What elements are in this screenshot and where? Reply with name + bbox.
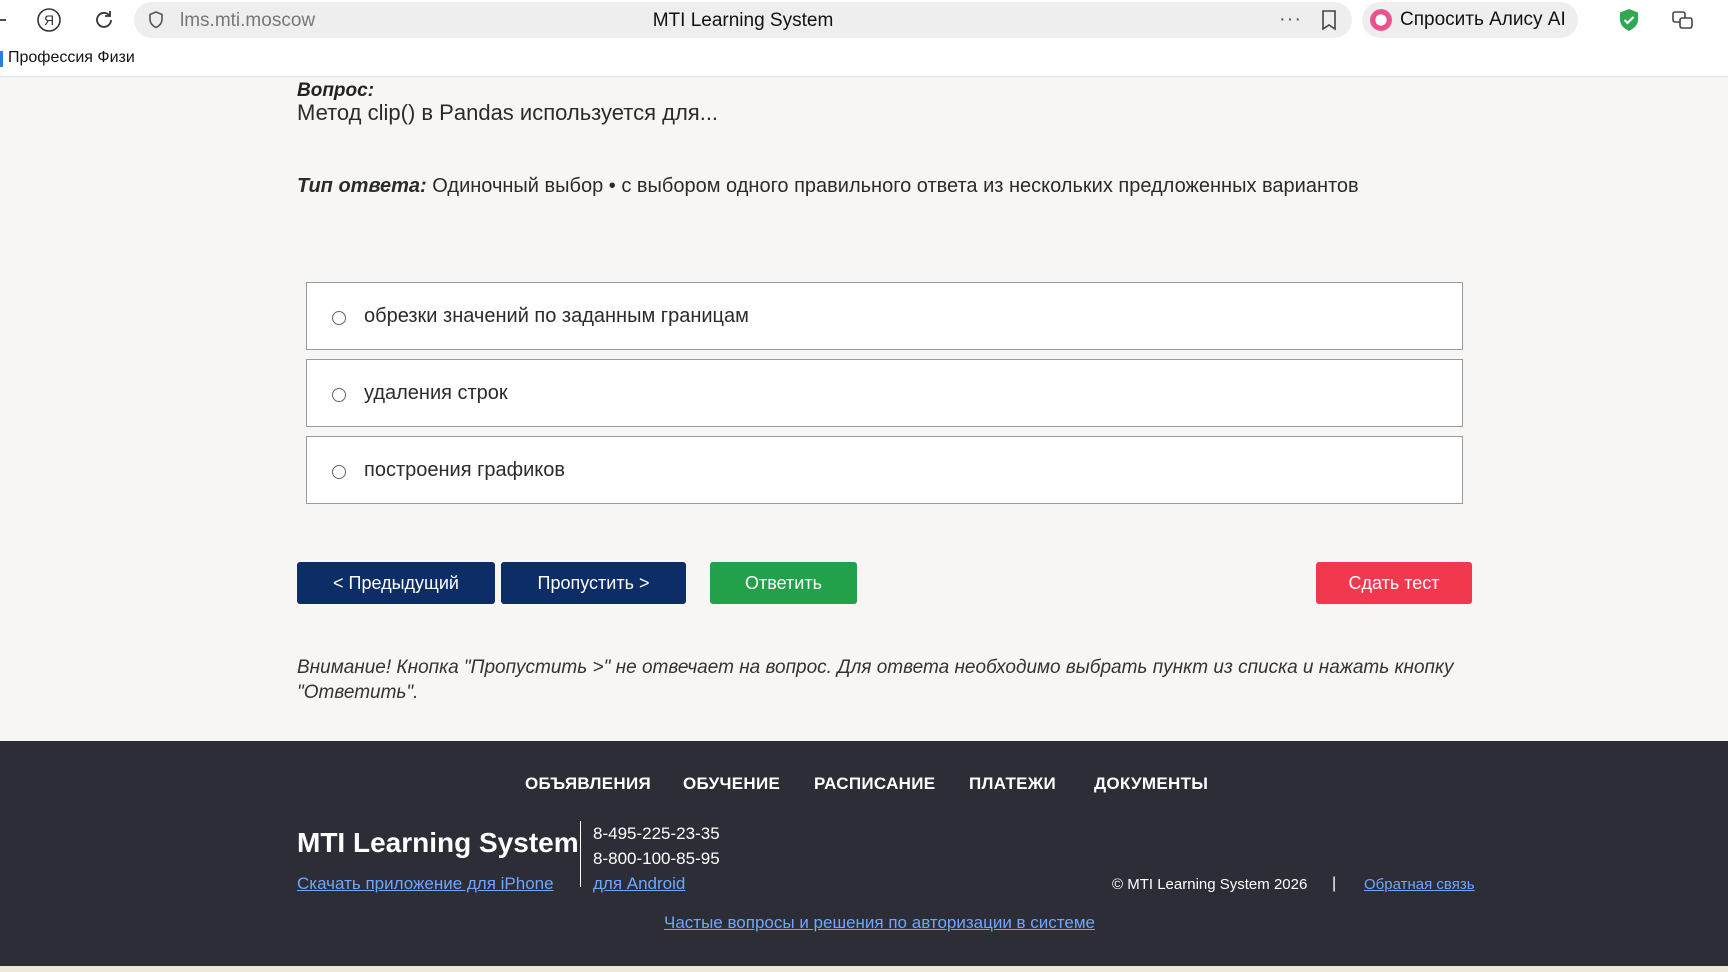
android-app-link[interactable]: для Android [593, 874, 685, 894]
footer-separator: | [1332, 875, 1337, 892]
question-label: Вопрос: [297, 80, 375, 101]
bookmarks-bar: Профессия Физи [0, 40, 1728, 77]
footer-nav-documents[interactable]: ДОКУМЕНТЫ [1094, 774, 1208, 794]
answer-type-text: Одиночный выбор • с выбором одного прави… [432, 175, 1359, 197]
svg-text:Я: Я [44, 12, 54, 28]
skip-warning-text: Внимание! Кнопка "Пропустить >" не отвеч… [297, 657, 1454, 703]
footer-phone-2: 8-800-100-85-95 [593, 849, 720, 868]
bookmark-item[interactable]: Профессия Физи [0, 49, 140, 67]
footer: ОБЪЯВЛЕНИЯ ОБУЧЕНИЕ РАСПИСАНИЕ ПЛАТЕЖИ Д… [0, 741, 1728, 966]
option-text: обрезки значений по заданным границам [364, 305, 749, 327]
faq-auth-link[interactable]: Частые вопросы и решения по авторизации … [664, 913, 1095, 933]
answer-type: Тип ответа: Одиночный выбор • с выбором … [297, 175, 1359, 198]
address-bar[interactable]: lms.mti.moscow MTI Learning System ··· [134, 2, 1352, 38]
iphone-app-link[interactable]: Скачать приложение для iPhone [297, 874, 554, 894]
reload-icon[interactable] [90, 6, 118, 34]
browser-toolbar: Я lms.mti.moscow MTI Learning System ···… [0, 0, 1728, 40]
answer-option[interactable]: удаления строк [306, 359, 1463, 427]
radio-button[interactable] [332, 388, 346, 402]
previous-button[interactable]: < Предыдущий [297, 562, 495, 604]
answer-type-label: Тип ответа: [297, 175, 427, 197]
test-question-panel: Вопрос: Метод clip() в Pandas использует… [0, 77, 1728, 741]
copyright: © MTI Learning System 2026 [1112, 876, 1308, 893]
feedback-link[interactable]: Обратная связь [1364, 876, 1475, 893]
footer-brand: MTI Learning System [297, 827, 579, 858]
radio-button[interactable] [332, 311, 346, 325]
answer-option[interactable]: обрезки значений по заданным границам [306, 282, 1463, 350]
yandex-logo-icon[interactable]: Я [35, 6, 63, 34]
alice-icon [1370, 9, 1392, 31]
more-options-icon[interactable]: ··· [1279, 8, 1302, 31]
footer-phone-1: 8-495-225-23-35 [593, 824, 720, 843]
option-text: построения графиков [364, 459, 565, 481]
protect-shield-icon[interactable] [1616, 7, 1642, 33]
radio-button[interactable] [332, 465, 346, 479]
page-bottom-strip [0, 966, 1728, 972]
page-title: MTI Learning System [652, 10, 834, 31]
submit-test-button[interactable]: Сдать тест [1316, 562, 1472, 604]
answer-option[interactable]: построения графиков [306, 436, 1463, 504]
back-arrow-icon[interactable] [0, 6, 16, 34]
skip-button[interactable]: Пропустить > [501, 562, 686, 604]
option-text: удаления строк [364, 382, 508, 404]
ask-alice-button[interactable]: Спросить Алису AI [1362, 2, 1578, 38]
footer-divider [580, 821, 581, 887]
footer-nav-schedule[interactable]: РАСПИСАНИЕ [814, 774, 935, 794]
footer-nav-announcements[interactable]: ОБЪЯВЛЕНИЯ [525, 774, 651, 794]
ask-alice-label: Спросить Алису AI [1400, 9, 1566, 30]
footer-nav-payments[interactable]: ПЛАТЕЖИ [969, 774, 1056, 794]
answer-button[interactable]: Ответить [710, 562, 857, 604]
footer-nav-education[interactable]: ОБУЧЕНИЕ [683, 774, 780, 794]
question-text: Метод clip() в Pandas используется для..… [297, 100, 719, 125]
bookmark-icon[interactable] [1318, 9, 1340, 31]
extensions-icon[interactable] [1670, 7, 1696, 33]
